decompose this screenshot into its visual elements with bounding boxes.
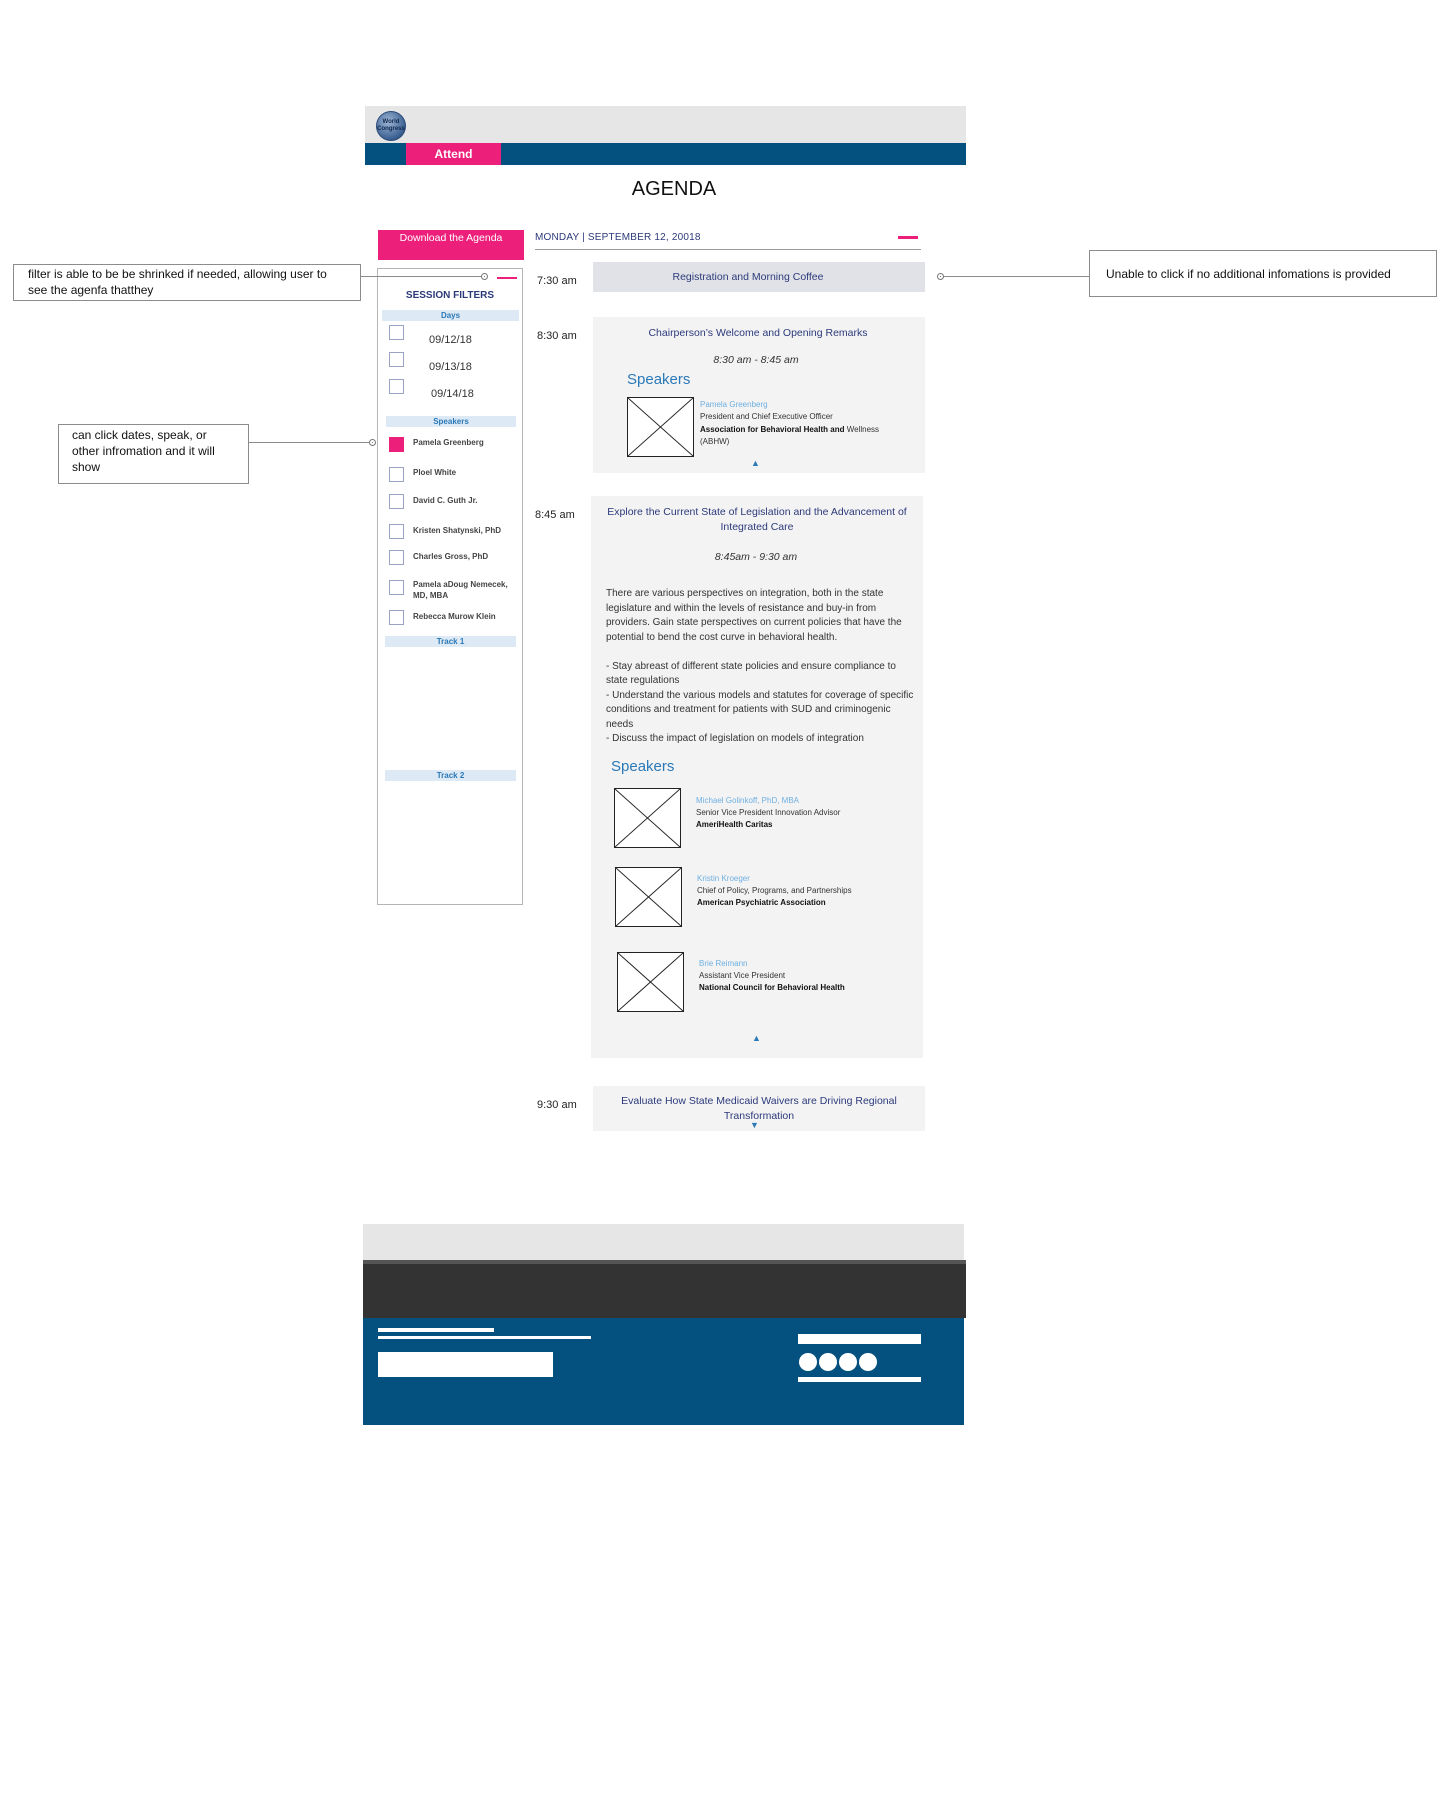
filter-section-track1[interactable]: Track 1 bbox=[385, 636, 516, 647]
speaker-label[interactable]: Charles Gross, PhD bbox=[413, 551, 523, 562]
page-title: AGENDA bbox=[631, 178, 717, 200]
speaker-photo-placeholder-icon bbox=[617, 952, 684, 1012]
session-title: Registration and Morning Coffee bbox=[672, 271, 824, 283]
annotation-unclickable: Unable to click if no additional infomat… bbox=[1089, 250, 1437, 297]
speaker-label[interactable]: Rebecca Murow Klein bbox=[413, 611, 523, 622]
session-time: 9:30 am bbox=[537, 1099, 577, 1111]
footer-top-band bbox=[363, 1224, 964, 1260]
footer-link-placeholder[interactable] bbox=[798, 1377, 921, 1382]
filter-collapse-minus-icon[interactable] bbox=[497, 277, 517, 279]
annotation-connector bbox=[943, 276, 1089, 277]
footer-input-placeholder[interactable] bbox=[378, 1352, 553, 1377]
session-time: 8:45 am bbox=[535, 509, 575, 521]
download-agenda-button[interactable]: Download the Agenda bbox=[378, 230, 524, 260]
speaker-checkbox[interactable] bbox=[389, 524, 404, 539]
day-label[interactable]: 09/14/18 bbox=[431, 388, 474, 400]
expand-triangle-down-icon[interactable]: ▼ bbox=[750, 1120, 759, 1130]
speaker-org: Association for Behavioral Health and We… bbox=[700, 424, 900, 448]
date-divider bbox=[535, 249, 921, 250]
speaker-role: Chief of Policy, Programs, and Partnersh… bbox=[697, 886, 852, 895]
filter-section-days: Days bbox=[382, 310, 519, 321]
speaker-name[interactable]: Pamela Greenberg bbox=[700, 400, 768, 409]
speakers-heading: Speakers bbox=[627, 371, 691, 388]
speakers-heading: Speakers bbox=[611, 758, 675, 775]
speaker-photo-placeholder-icon bbox=[615, 867, 682, 927]
footer-dark-band bbox=[363, 1260, 966, 1318]
speaker-checkbox[interactable] bbox=[389, 580, 404, 595]
nav-item-attend[interactable]: Attend bbox=[406, 143, 501, 165]
speaker-checkbox-checked[interactable] bbox=[389, 437, 404, 452]
speaker-name[interactable]: Brie Reimann bbox=[699, 959, 747, 968]
day-checkbox[interactable] bbox=[389, 325, 404, 340]
annotation-filter-shrink: filter is able to be be shrinked if need… bbox=[13, 264, 361, 301]
day-checkbox[interactable] bbox=[389, 352, 404, 367]
speaker-role: Senior Vice President Innovation Advisor bbox=[696, 808, 841, 817]
speaker-label[interactable]: Kristen Shatynski, PhD bbox=[413, 525, 523, 536]
filter-title: SESSION FILTERS bbox=[405, 290, 495, 301]
date-header: MONDAY | SEPTEMBER 12, 20018 bbox=[535, 232, 701, 243]
annotation-clickable: can click dates, speak, or other infroma… bbox=[58, 424, 249, 484]
social-icon[interactable] bbox=[839, 1353, 857, 1371]
session-description: There are various perspectives on integr… bbox=[606, 588, 914, 744]
world-congress-logo[interactable]: World Congress bbox=[376, 111, 406, 141]
speaker-checkbox[interactable] bbox=[389, 550, 404, 565]
annotation-target-dot-icon bbox=[369, 439, 376, 446]
filter-section-speakers: Speakers bbox=[386, 416, 516, 427]
day-collapse-minus-icon[interactable] bbox=[898, 236, 918, 239]
session-time: 8:30 am bbox=[537, 330, 577, 342]
day-label[interactable]: 09/13/18 bbox=[429, 361, 472, 373]
footer-heading-placeholder bbox=[378, 1328, 494, 1332]
social-icon[interactable] bbox=[799, 1353, 817, 1371]
speaker-label[interactable]: Pamela Greenberg bbox=[413, 437, 523, 448]
session-title[interactable]: Explore the Current State of Legislation… bbox=[600, 505, 914, 535]
annotation-target-dot-icon bbox=[937, 273, 944, 280]
speaker-org-bold: Association for Behavioral Health and bbox=[700, 425, 845, 434]
speaker-checkbox[interactable] bbox=[389, 467, 404, 482]
speaker-org: National Council for Behavioral Health bbox=[699, 983, 845, 992]
session-time-range: 8:45am - 9:30 am bbox=[714, 551, 798, 563]
speaker-role: President and Chief Executive Officer bbox=[700, 412, 833, 421]
site-header bbox=[365, 106, 966, 143]
collapse-triangle-up-icon[interactable]: ▲ bbox=[752, 1033, 761, 1043]
social-icon[interactable] bbox=[819, 1353, 837, 1371]
speaker-org: American Psychiatric Association bbox=[697, 898, 826, 907]
day-checkbox[interactable] bbox=[389, 379, 404, 394]
logo-text-line2: Congress bbox=[377, 126, 405, 132]
speaker-checkbox[interactable] bbox=[389, 610, 404, 625]
speaker-label[interactable]: Ploel White bbox=[413, 467, 523, 478]
session-title[interactable]: Chairperson’s Welcome and Opening Remark… bbox=[600, 326, 916, 341]
annotation-connector bbox=[361, 276, 482, 277]
session-time: 7:30 am bbox=[537, 275, 577, 287]
annotation-target-dot-icon bbox=[481, 273, 488, 280]
session-title[interactable]: Evaluate How State Medicaid Waivers are … bbox=[604, 1094, 914, 1124]
social-icon[interactable] bbox=[859, 1353, 877, 1371]
day-label[interactable]: 09/12/18 bbox=[429, 334, 472, 346]
annotation-connector bbox=[249, 442, 370, 443]
footer-link-placeholder[interactable] bbox=[798, 1334, 921, 1344]
logo-text-line1: World bbox=[382, 119, 400, 125]
speaker-role: Assistant Vice President bbox=[699, 971, 786, 980]
speaker-name[interactable]: Kristin Kroeger bbox=[697, 874, 750, 883]
speaker-checkbox[interactable] bbox=[389, 494, 404, 509]
speaker-name[interactable]: Michael Golinkoff, PhD, MBA bbox=[696, 796, 799, 805]
speaker-label[interactable]: David C. Guth Jr. bbox=[413, 495, 523, 506]
speaker-photo-placeholder-icon bbox=[627, 397, 694, 457]
filter-section-track2[interactable]: Track 2 bbox=[385, 770, 516, 781]
session-time-range: 8:30 am - 8:45 am bbox=[713, 354, 799, 366]
speaker-photo-placeholder-icon bbox=[614, 788, 681, 848]
speaker-label[interactable]: Pamela aDoug Nemecek, MD, MBA bbox=[413, 579, 523, 601]
collapse-triangle-up-icon[interactable]: ▲ bbox=[751, 458, 760, 468]
speaker-org: AmeriHealth Caritas bbox=[696, 820, 773, 829]
footer-text-placeholder bbox=[378, 1336, 591, 1339]
